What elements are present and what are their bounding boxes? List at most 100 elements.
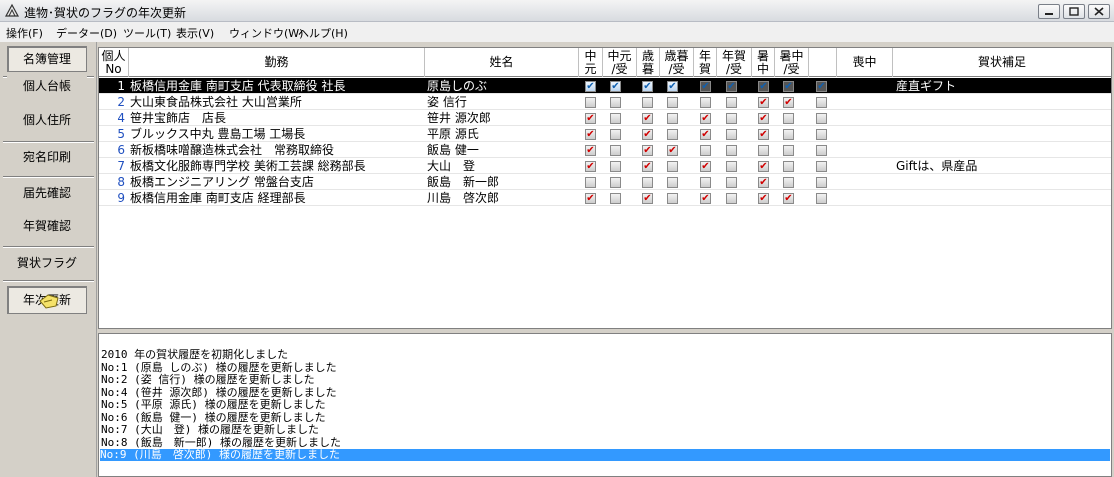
flag-checkbox[interactable]: ✔: [700, 129, 711, 140]
menu-help[interactable]: ヘルプ(H): [298, 25, 348, 41]
sidebar-item-directory[interactable]: 名簿管理: [7, 46, 87, 72]
flag-checkbox[interactable]: ✔: [700, 145, 711, 156]
col-header-extra[interactable]: [809, 48, 837, 77]
sidebar-item-card-flags[interactable]: 賀状フラグ: [7, 251, 87, 277]
flag-checkbox[interactable]: ✔: [726, 81, 737, 92]
menu-operation[interactable]: 操作(F): [6, 25, 43, 41]
flag-checkbox[interactable]: ✔: [610, 129, 621, 140]
col-header-name[interactable]: 姓名: [425, 48, 579, 77]
col-header-mourning[interactable]: 喪中: [837, 48, 893, 77]
flag-checkbox[interactable]: ✔: [726, 97, 737, 108]
flag-checkbox[interactable]: ✔: [585, 81, 596, 92]
flag-checkbox[interactable]: ✔: [726, 145, 737, 156]
flag-checkbox[interactable]: ✔: [610, 81, 621, 92]
flag-checkbox[interactable]: ✔: [642, 177, 653, 188]
close-button[interactable]: [1088, 4, 1110, 19]
flag-checkbox[interactable]: ✔: [783, 177, 794, 188]
col-header-flag[interactable]: 中元/受: [603, 48, 637, 77]
table-row[interactable]: 1 板橋信用金庫 南町支店 代表取締役 社長 原島しのぶ ✔ ✔ ✔ ✔ ✔ ✔ ✔ ✔ ✔ 産直ギフト: [99, 78, 1111, 94]
col-header-flag[interactable]: 年賀: [694, 48, 717, 77]
mourning-checkbox[interactable]: ✔: [816, 81, 827, 92]
flag-checkbox[interactable]: ✔: [610, 145, 621, 156]
flag-checkbox[interactable]: ✔: [642, 129, 653, 140]
flag-checkbox[interactable]: ✔: [642, 113, 653, 124]
log-line[interactable]: No:2 (姿 信行) 様の履歴を更新しました: [101, 374, 315, 386]
flag-checkbox[interactable]: ✔: [758, 145, 769, 156]
menu-data[interactable]: データー(D): [56, 25, 117, 41]
flag-checkbox[interactable]: ✔: [700, 177, 711, 188]
flag-checkbox[interactable]: ✔: [726, 193, 737, 204]
flag-checkbox[interactable]: ✔: [783, 129, 794, 140]
flag-checkbox[interactable]: ✔: [610, 113, 621, 124]
flag-checkbox[interactable]: ✔: [758, 113, 769, 124]
col-header-flag[interactable]: 歳暮: [637, 48, 660, 77]
flag-checkbox[interactable]: ✔: [783, 161, 794, 172]
sidebar-item-newyear-check[interactable]: 年賀確認: [7, 214, 87, 240]
col-header-note[interactable]: 賀状補足: [893, 48, 1111, 77]
col-header-flag[interactable]: 暑中/受: [775, 48, 809, 77]
log-line[interactable]: No:5 (平原 源氏) 様の履歴を更新しました: [101, 399, 326, 411]
flag-checkbox[interactable]: ✔: [726, 161, 737, 172]
flag-checkbox[interactable]: ✔: [585, 113, 596, 124]
flag-checkbox[interactable]: ✔: [700, 161, 711, 172]
log-line[interactable]: No:1 (原島 しのぶ) 様の履歴を更新しました: [101, 361, 337, 374]
flag-checkbox[interactable]: ✔: [783, 97, 794, 108]
menu-view[interactable]: 表示(V): [176, 25, 214, 41]
flag-checkbox[interactable]: ✔: [642, 193, 653, 204]
sidebar-item-delivery-check[interactable]: 届先確認: [7, 181, 87, 207]
table-row[interactable]: 8 板橋エンジニアリング 常盤台支店 飯島 新一郎 ✔ ✔ ✔ ✔ ✔ ✔ ✔ ✔ ✔: [99, 174, 1111, 190]
col-header-flag[interactable]: 暑中: [752, 48, 775, 77]
log-line[interactable]: No:6 (飯島 健一) 様の履歴を更新しました: [101, 411, 326, 424]
col-header-flag[interactable]: 年賀/受: [717, 48, 752, 77]
flag-checkbox[interactable]: ✔: [610, 193, 621, 204]
flag-checkbox[interactable]: ✔: [700, 81, 711, 92]
flag-checkbox[interactable]: ✔: [667, 113, 678, 124]
log-line[interactable]: No:4 (笹井 源次郎) 様の履歴を更新しました: [101, 386, 337, 399]
flag-checkbox[interactable]: ✔: [758, 193, 769, 204]
flag-checkbox[interactable]: ✔: [585, 161, 596, 172]
col-header-flag[interactable]: 中元: [579, 48, 603, 77]
flag-checkbox[interactable]: ✔: [667, 193, 678, 204]
mourning-checkbox[interactable]: ✔: [816, 97, 827, 108]
flag-checkbox[interactable]: ✔: [585, 97, 596, 108]
table-row[interactable]: 6 新板橋味噌醸造株式会社 常務取締役 飯島 健一 ✔ ✔ ✔ ✔ ✔ ✔ ✔ ✔ ✔: [99, 142, 1111, 158]
flag-checkbox[interactable]: ✔: [700, 113, 711, 124]
log-line[interactable]: No:8 (飯島 新一郎) 様の履歴を更新しました: [101, 436, 341, 449]
menu-tools[interactable]: ツール(T): [123, 25, 171, 41]
col-header-no[interactable]: 個人 No: [99, 48, 129, 77]
sidebar-item-address[interactable]: 個人住所: [7, 108, 87, 134]
flag-checkbox[interactable]: ✔: [667, 129, 678, 140]
log-line[interactable]: 2010 年の賀状履歴を初期化しました: [101, 349, 288, 361]
sidebar-item-label-print[interactable]: 宛名印刷: [7, 145, 87, 171]
flag-checkbox[interactable]: ✔: [758, 129, 769, 140]
table-row[interactable]: 2 大山東食品株式会社 大山営業所 姿 信行 ✔ ✔ ✔ ✔ ✔ ✔ ✔ ✔ ✔: [99, 94, 1111, 110]
flag-checkbox[interactable]: ✔: [783, 81, 794, 92]
flag-checkbox[interactable]: ✔: [758, 81, 769, 92]
log-line[interactable]: No:9 (川島 啓次郎) 様の履歴を更新しました: [100, 449, 1110, 461]
table-row[interactable]: 4 笹井宝飾店 店長 笹井 源次郎 ✔ ✔ ✔ ✔ ✔ ✔ ✔ ✔ ✔: [99, 110, 1111, 126]
flag-checkbox[interactable]: ✔: [726, 113, 737, 124]
flag-checkbox[interactable]: ✔: [700, 193, 711, 204]
maximize-button[interactable]: [1063, 4, 1085, 19]
flag-checkbox[interactable]: ✔: [585, 129, 596, 140]
flag-checkbox[interactable]: ✔: [726, 177, 737, 188]
flag-checkbox[interactable]: ✔: [667, 81, 678, 92]
flag-checkbox[interactable]: ✔: [700, 97, 711, 108]
mourning-checkbox[interactable]: ✔: [816, 161, 827, 172]
flag-checkbox[interactable]: ✔: [758, 161, 769, 172]
mourning-checkbox[interactable]: ✔: [816, 177, 827, 188]
flag-checkbox[interactable]: ✔: [585, 193, 596, 204]
table-row[interactable]: 7 板橋文化服飾専門学校 美術工芸課 総務部長 大山 登 ✔ ✔ ✔ ✔ ✔ ✔ ✔ ✔ ✔ Giftは…: [99, 158, 1111, 174]
flag-checkbox[interactable]: ✔: [758, 177, 769, 188]
flag-checkbox[interactable]: ✔: [642, 81, 653, 92]
flag-checkbox[interactable]: ✔: [642, 161, 653, 172]
update-log[interactable]: 2010 年の賀状履歴を初期化しました No:1 (原島 しのぶ) 様の履歴を更新…: [98, 333, 1112, 477]
flag-checkbox[interactable]: ✔: [610, 97, 621, 108]
flag-checkbox[interactable]: ✔: [667, 97, 678, 108]
flag-checkbox[interactable]: ✔: [783, 145, 794, 156]
flag-checkbox[interactable]: ✔: [726, 129, 737, 140]
contact-grid[interactable]: 個人 No 勤務 姓名 中元 中元/受 歳暮 歳暮/受 年賀 年賀/受 暑中 暑中…: [98, 47, 1112, 329]
flag-checkbox[interactable]: ✔: [667, 177, 678, 188]
flag-checkbox[interactable]: ✔: [642, 145, 653, 156]
flag-checkbox[interactable]: ✔: [783, 193, 794, 204]
